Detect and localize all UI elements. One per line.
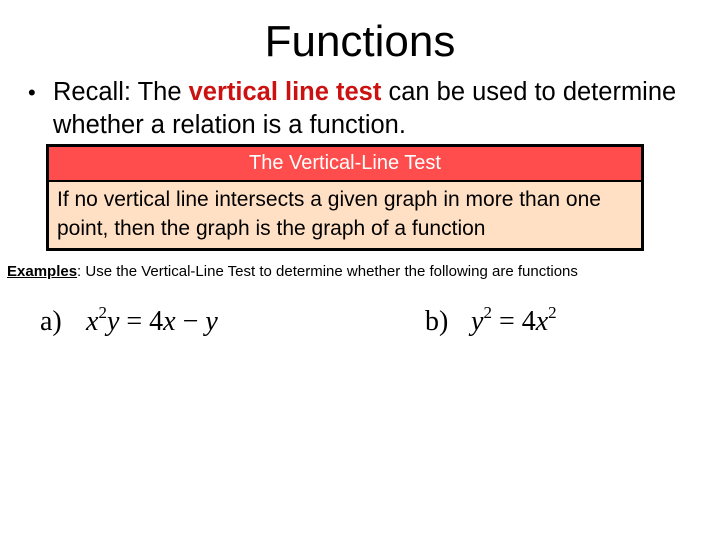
bullet-text: Recall: The vertical line test can be us… <box>53 76 693 142</box>
theorem-body: If no vertical line intersects a given g… <box>57 188 601 240</box>
bullet-prefix: Recall: The <box>53 78 189 106</box>
vertical-line-test-highlight: vertical line test <box>188 78 382 106</box>
equation-b-label: b) <box>425 306 449 337</box>
eq-a-minus: − <box>182 306 199 337</box>
eq-a-var-x: x <box>86 306 99 337</box>
examples-instruction: Examples: Use the Vertical-Line Test to … <box>7 262 717 282</box>
eq-b-var-y: y <box>471 306 484 337</box>
eq-a-var-y: y <box>106 306 120 337</box>
eq-a-coefficient: 4 <box>149 306 164 337</box>
examples-label: Examples <box>7 263 78 280</box>
equation-b-expression: y2 = 4x2 <box>471 303 557 337</box>
eq-a-exponent: 2 <box>98 303 107 322</box>
eq-b-lhs-exponent: 2 <box>483 303 492 322</box>
eq-b-equals: = <box>498 306 515 337</box>
eq-a-equals: = <box>126 306 143 337</box>
eq-a-rhs-y: y <box>205 306 218 337</box>
examples-text: : Use the Vertical-Line Test to determin… <box>77 263 578 280</box>
equation-a: a) x2y = 4x − y <box>40 304 218 340</box>
bullet-marker: • <box>28 80 36 105</box>
eq-a-rhs-x: x <box>163 306 176 337</box>
vertical-line-test-box: The Vertical-Line Test If no vertical li… <box>46 144 644 251</box>
eq-b-rhs-x: x <box>535 306 549 337</box>
equation-b: b) y2 = 4x2 <box>425 304 557 340</box>
theorem-header: The Vertical-Line Test <box>49 147 641 182</box>
eq-b-coefficient: 4 <box>521 306 536 337</box>
equation-a-label: a) <box>40 306 62 337</box>
slide-title: Functions <box>264 17 456 66</box>
equation-a-expression: x2y = 4x − y <box>86 303 218 337</box>
eq-b-rhs-exponent: 2 <box>548 303 557 322</box>
